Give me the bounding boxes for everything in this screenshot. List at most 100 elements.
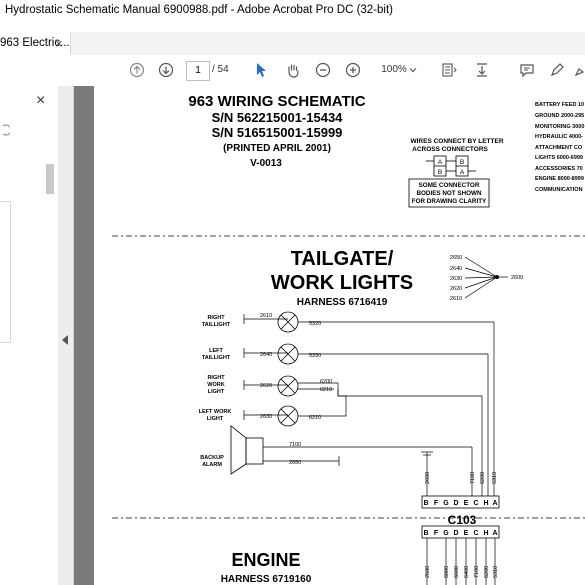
printed-date: (PRINTED APRIL 2001)	[223, 143, 331, 154]
collapse-arrow-icon[interactable]	[62, 332, 69, 350]
svg-text:F: F	[434, 530, 439, 537]
svg-text:6200: 6200	[484, 566, 490, 578]
svg-text:BACKUP: BACKUP	[200, 455, 224, 461]
pane-scrollbar-thumb[interactable]	[46, 164, 54, 194]
svg-text:BATTERY FEED 10: BATTERY FEED 10	[535, 102, 584, 108]
wiring-schematic: 963 WIRING SCHEMATIC S/N 562215001-15434…	[112, 93, 585, 585]
select-cursor-icon[interactable]	[252, 61, 270, 79]
tab-close-icon[interactable]: ×	[55, 32, 63, 55]
svg-text:2640: 2640	[260, 352, 272, 358]
svg-text:B: B	[438, 169, 442, 176]
page-number-input[interactable]: 1	[186, 61, 210, 81]
svg-text:H: H	[483, 500, 488, 507]
svg-text:5320: 5320	[309, 321, 321, 327]
svg-text:C: C	[473, 500, 478, 507]
svg-text:HYDRAULIC 4000-: HYDRAULIC 4000-	[535, 134, 583, 140]
tailgate-harness: HARNESS 6716419	[297, 297, 388, 308]
pane-close-icon[interactable]: ×	[36, 92, 45, 110]
svg-text:5330: 5330	[309, 353, 321, 359]
svg-text:5310: 5310	[492, 472, 498, 484]
svg-text:B: B	[423, 500, 428, 507]
svg-text:7100: 7100	[474, 566, 480, 578]
previous-page-icon[interactable]	[128, 61, 146, 79]
svg-text:ATTACHMENT CO: ATTACHMENT CO	[535, 145, 583, 151]
svg-text:2650: 2650	[289, 460, 301, 466]
page-view-icon[interactable]	[440, 61, 458, 79]
legend-note-2: BODIES NOT SHOWN	[416, 190, 482, 197]
zoom-level[interactable]: 100%	[374, 61, 414, 79]
svg-text:RIGHT: RIGHT	[207, 375, 225, 381]
svg-text:GROUND 2000-295: GROUND 2000-295	[535, 113, 584, 119]
svg-text:2650: 2650	[450, 255, 462, 261]
svg-text:LIGHT: LIGHT	[207, 416, 224, 422]
legend-title-1: WIRES CONNECT BY LETTER	[410, 138, 503, 145]
serial-number-1: S/N 562215001-15434	[212, 110, 344, 125]
svg-text:G: G	[443, 530, 449, 537]
svg-text:G: G	[443, 500, 449, 507]
svg-text:A: A	[438, 159, 443, 166]
svg-text:B: B	[460, 159, 464, 166]
svg-text:7100: 7100	[289, 442, 301, 448]
legend-title-2: ACROSS CONNECTORS	[412, 146, 488, 153]
comment-icon[interactable]	[518, 61, 536, 79]
legend-connector-diagram: A B B A	[426, 155, 476, 177]
svg-text:RIGHT: RIGHT	[207, 315, 225, 321]
svg-text:WORK: WORK	[207, 382, 224, 388]
tab-bar: 963 Electric... ×	[0, 32, 585, 56]
harness-vertical-wires: 2600 7100 6200 5310	[421, 322, 498, 496]
svg-text:LIGHTS 6000-6999: LIGHTS 6000-6999	[535, 155, 583, 161]
navigation-pane: ×	[0, 86, 59, 585]
page-thumbnail[interactable]	[0, 201, 11, 343]
zoom-out-icon[interactable]	[314, 61, 332, 79]
svg-text:LIGHT: LIGHT	[208, 389, 225, 395]
svg-text:C: C	[473, 530, 478, 537]
schematic-title: 963 WIRING SCHEMATIC	[188, 93, 365, 110]
version: V-0013	[250, 158, 282, 169]
svg-text:2640: 2640	[450, 266, 462, 272]
svg-text:MONITORING 3000: MONITORING 3000	[535, 124, 584, 130]
svg-text:2630: 2630	[260, 414, 272, 420]
svg-text:ENGINE 8000-8999: ENGINE 8000-8999	[535, 176, 584, 182]
pen-icon[interactable]	[548, 61, 566, 79]
svg-text:A: A	[492, 500, 497, 507]
svg-text:2630: 2630	[450, 276, 462, 282]
svg-text:COMMUNICATION: COMMUNICATION	[535, 187, 583, 193]
refresh-icon[interactable]	[0, 123, 12, 137]
svg-text:2600: 2600	[511, 275, 523, 281]
svg-text:2600: 2600	[425, 566, 431, 578]
left-taillight: LEFT TAILLIGHT 2640 5330	[202, 343, 488, 365]
svg-text:ALARM: ALARM	[202, 462, 222, 468]
svg-text:6210: 6210	[320, 387, 332, 393]
hand-tool-icon[interactable]	[284, 61, 302, 79]
backup-alarm: BACKUP ALARM 7100 2650	[200, 425, 473, 496]
circuit-index: BATTERY FEED 10 GROUND 2000-295 MONITORI…	[535, 102, 584, 193]
svg-text:7100: 7100	[470, 472, 476, 484]
engine-title: ENGINE	[231, 550, 300, 570]
tailgate-title-1: TAILGATE/	[291, 248, 394, 270]
svg-text:LEFT: LEFT	[209, 348, 223, 354]
svg-text:D: D	[453, 500, 458, 507]
next-page-icon[interactable]	[157, 61, 175, 79]
scroll-mode-icon[interactable]	[473, 61, 491, 79]
svg-text:2620: 2620	[450, 286, 462, 292]
svg-text:5310: 5310	[493, 566, 499, 578]
svg-text:2610: 2610	[260, 313, 272, 319]
menu-bar	[0, 21, 585, 32]
pane-collapse-bar[interactable]	[58, 86, 74, 585]
tailgate-title-2: WORK LIGHTS	[271, 272, 413, 294]
highlight-icon[interactable]	[572, 61, 585, 79]
svg-text:6600: 6600	[454, 566, 460, 578]
svg-text:6200: 6200	[320, 379, 332, 385]
document-tab[interactable]: 963 Electric... ×	[0, 32, 71, 55]
legend-note-3: FOR DRAWING CLARITY	[412, 198, 487, 205]
toolbar	[0, 55, 585, 87]
svg-text:B: B	[423, 530, 428, 537]
svg-text:A: A	[492, 530, 497, 537]
right-taillight: RIGHT TAILLIGHT 2610 5320	[202, 311, 494, 333]
pdf-page: 963 WIRING SCHEMATIC S/N 562215001-15434…	[94, 86, 585, 585]
svg-text:TAILLIGHT: TAILLIGHT	[202, 355, 231, 361]
serial-number-2: S/N 516515001-15999	[212, 125, 343, 140]
svg-text:6210: 6210	[309, 415, 321, 421]
left-work-light: LEFT WORK LIGHT 2630 6210	[199, 389, 483, 496]
zoom-in-icon[interactable]	[344, 61, 362, 79]
